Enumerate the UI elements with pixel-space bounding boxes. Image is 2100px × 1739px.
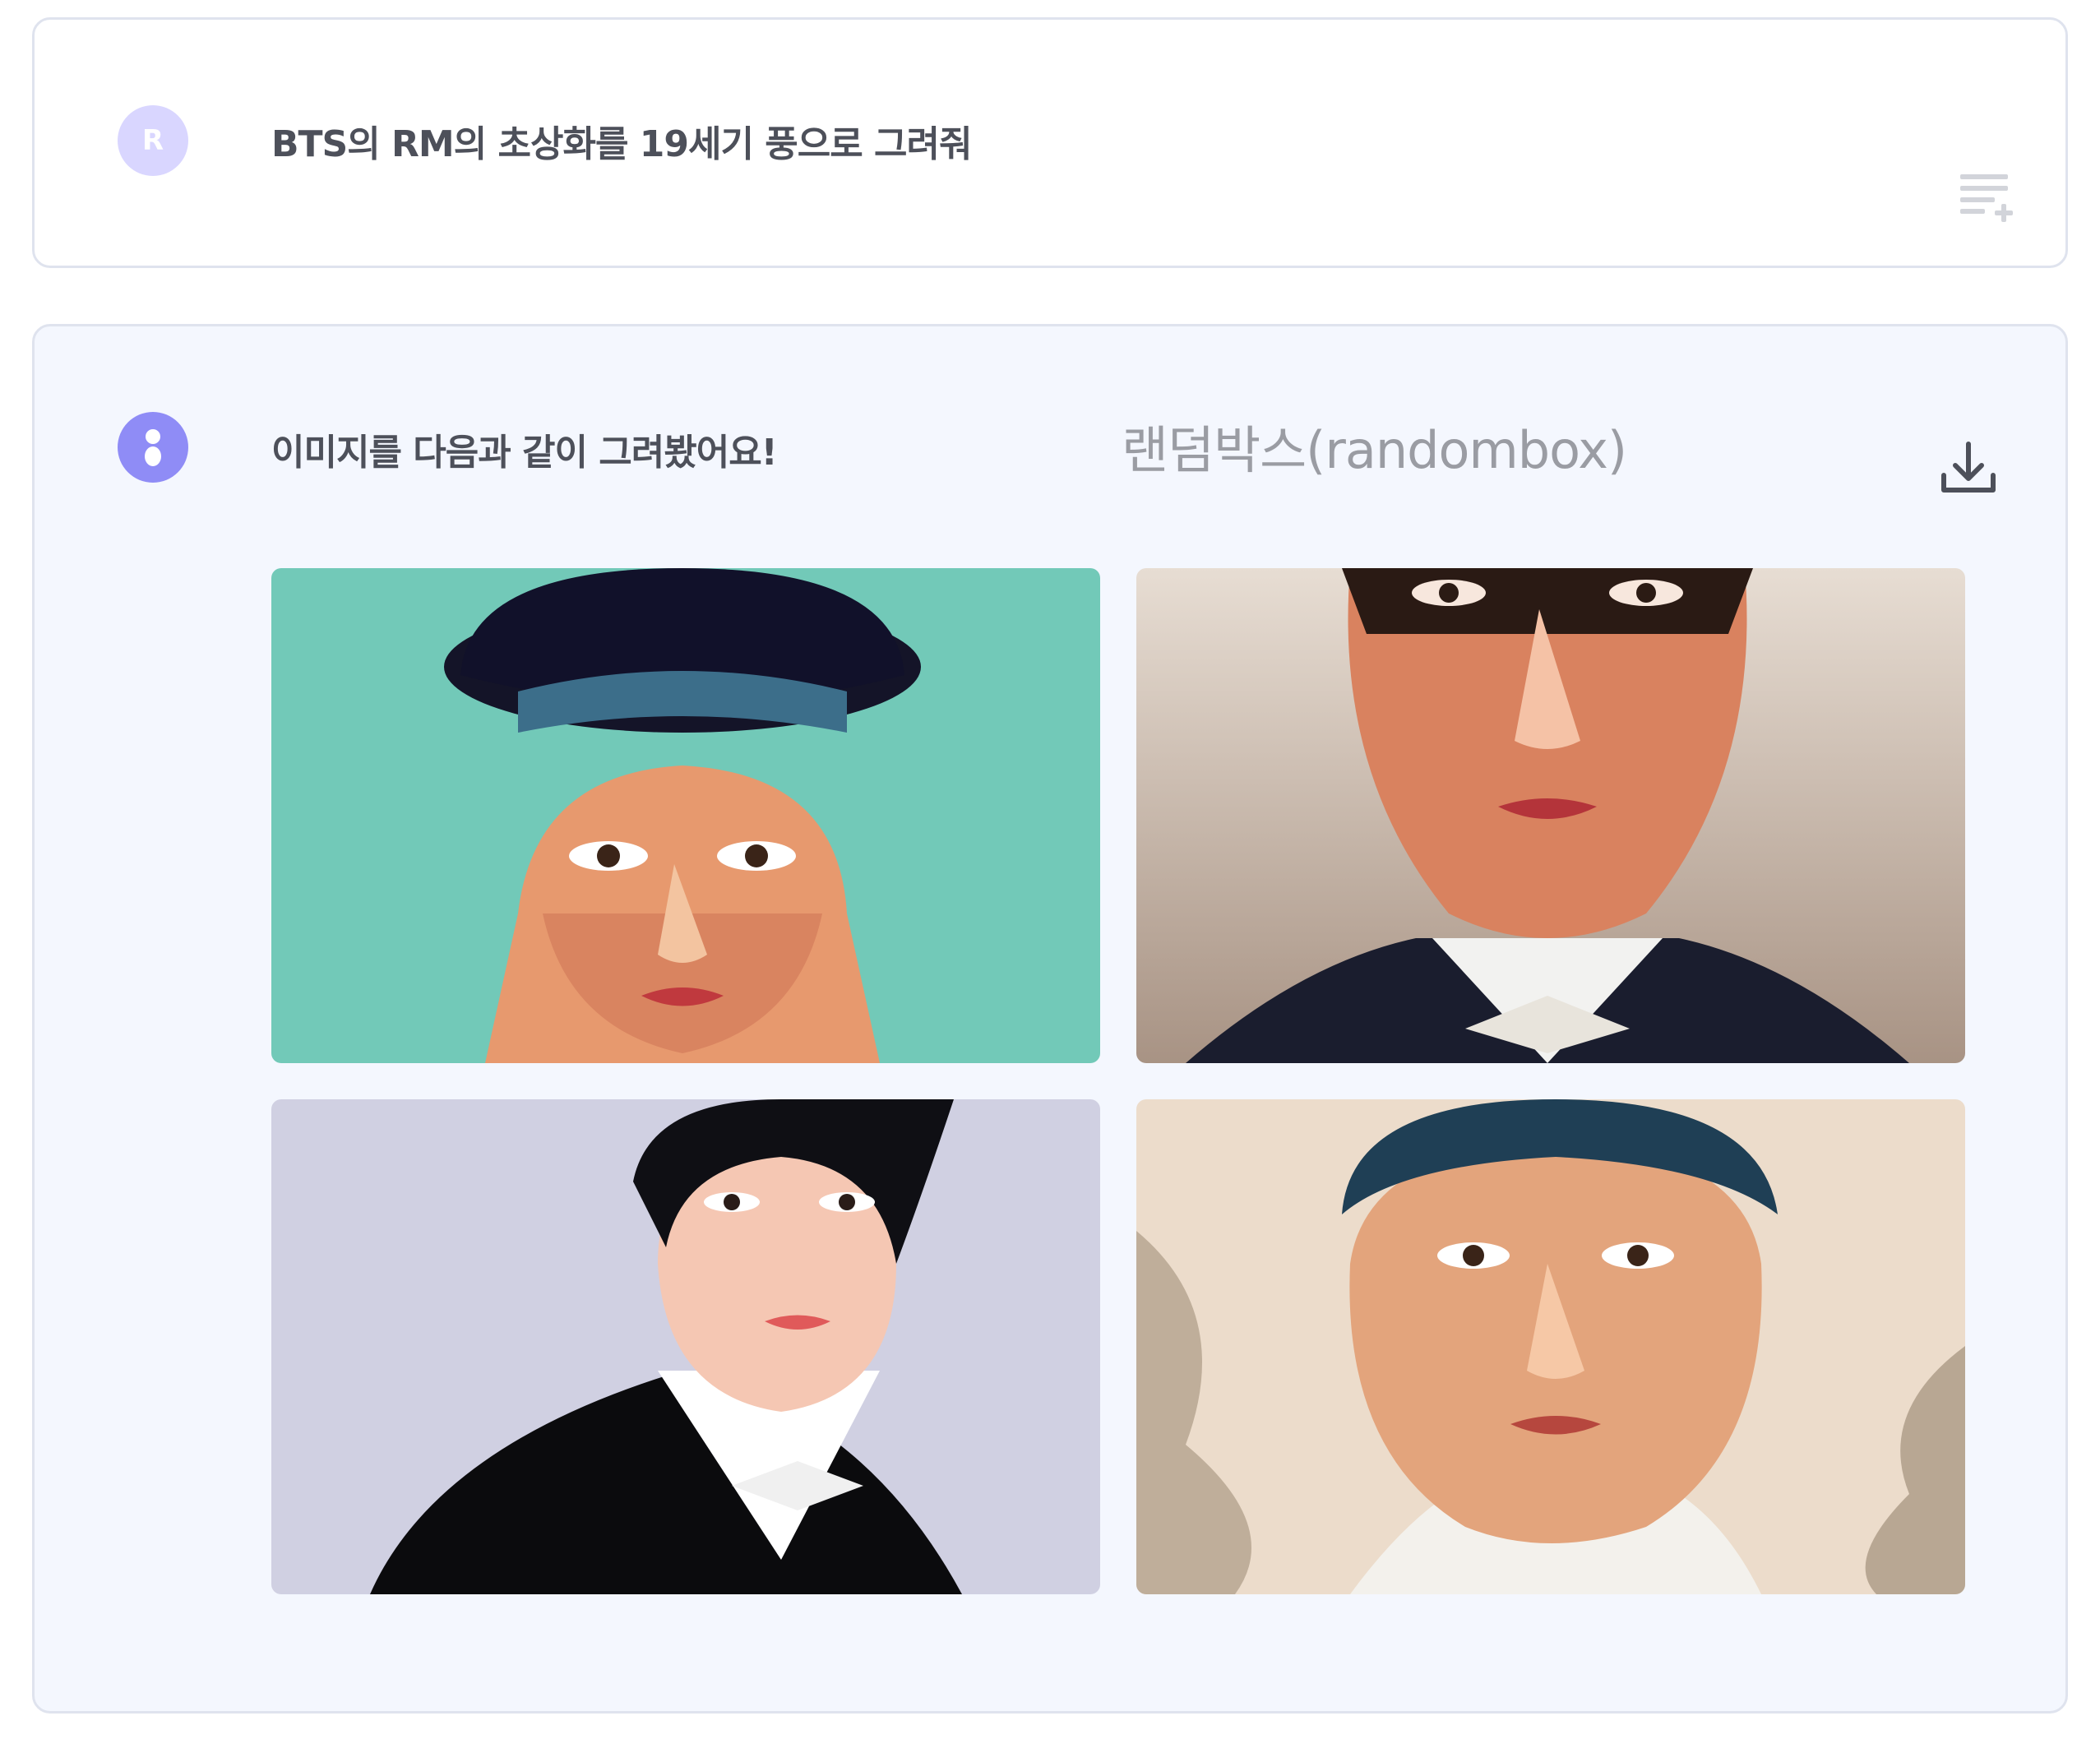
portrait-image-3 — [271, 1099, 1100, 1594]
portrait-image-2 — [1136, 568, 1965, 1063]
assistant-message-card: 이미지를 다음과 같이 그려봤어요! 랜덤박스(randombox) — [32, 324, 2068, 1714]
watermark-text: 랜덤박스(randombox) — [1122, 420, 1627, 480]
portrait-image-1 — [271, 568, 1100, 1063]
user-message-card: R BTS의 RM의 초상화를 19세기 풍으로 그려줘 — [32, 17, 2068, 268]
add-to-queue-icon[interactable] — [1959, 171, 2018, 224]
generated-image-2[interactable] — [1136, 568, 1965, 1063]
portrait-image-4 — [1136, 1099, 1965, 1594]
assistant-reply-text: 이미지를 다음과 같이 그려봤어요! — [271, 432, 778, 474]
download-icon[interactable] — [1937, 437, 2000, 500]
generated-image-1[interactable] — [271, 568, 1100, 1063]
user-avatar-letter: R — [141, 124, 164, 157]
assistant-logo-glyph — [145, 429, 161, 466]
user-avatar: R — [118, 105, 188, 176]
user-prompt-text: BTS의 RM의 초상화를 19세기 풍으로 그려줘 — [271, 123, 972, 165]
assistant-logo-icon — [118, 412, 188, 483]
generated-image-4[interactable] — [1136, 1099, 1965, 1594]
generated-image-3[interactable] — [271, 1099, 1100, 1594]
